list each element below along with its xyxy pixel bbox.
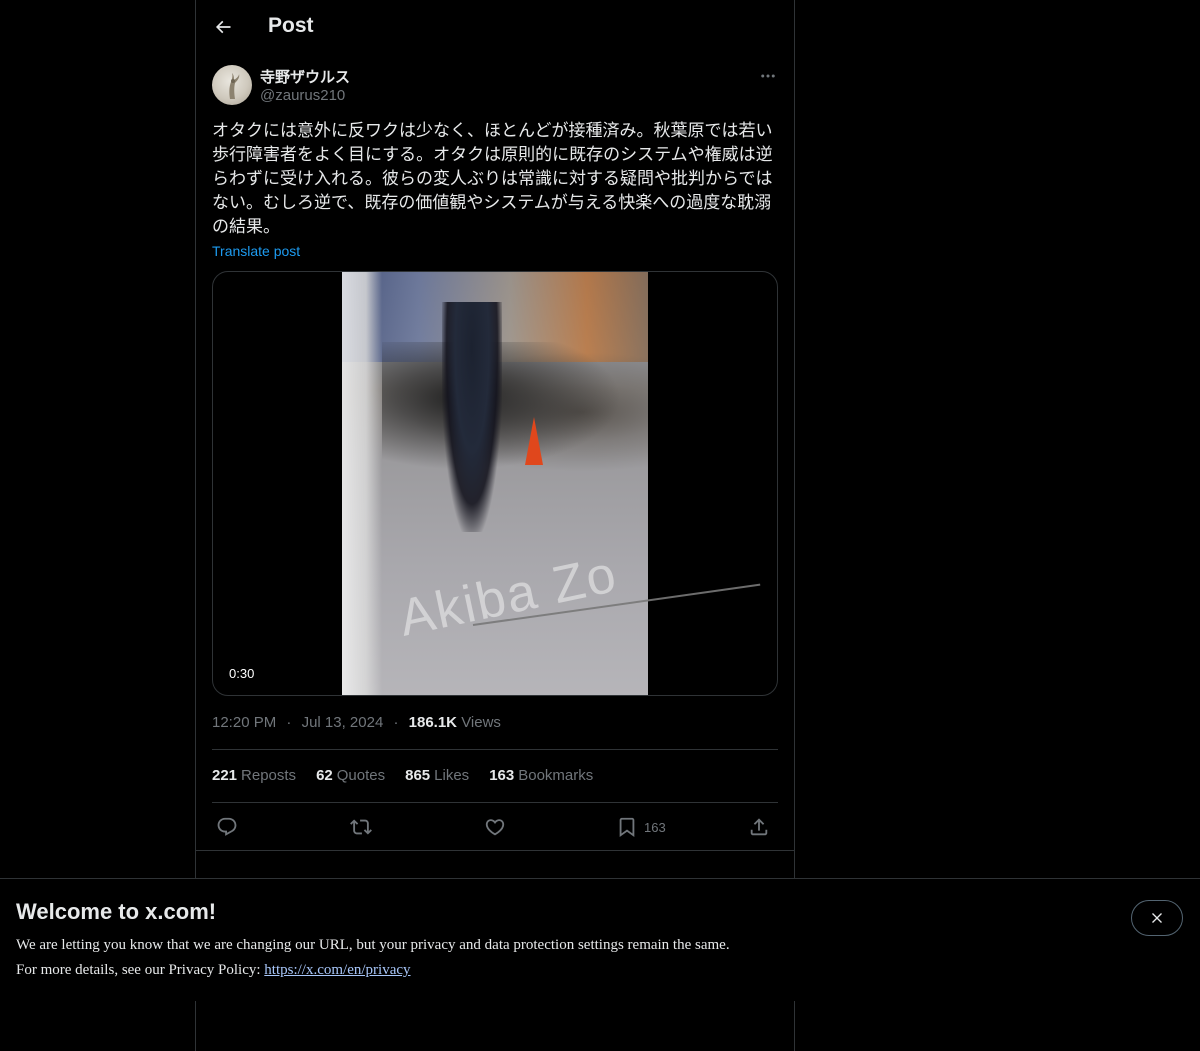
close-banner-button[interactable]	[1131, 900, 1183, 936]
reposts-stat[interactable]: 221 Reposts	[212, 767, 296, 784]
arrow-left-icon	[215, 20, 231, 34]
reposts-count: 221	[212, 767, 238, 784]
more-options-button[interactable]	[756, 64, 780, 88]
likes-stat[interactable]: 865 Likes	[405, 767, 469, 784]
banner-privacy-prefix: For more details, see our Privacy Policy…	[16, 962, 265, 978]
video-duration: 0:30	[229, 666, 255, 681]
post-meta: 12:20 PM · Jul 13, 2024 · 186.1K Views	[212, 714, 501, 731]
banner-message: We are letting you know that we are chan…	[16, 937, 730, 953]
bookmarks-count: 163	[489, 767, 515, 784]
views-count: 186.1K	[408, 714, 458, 731]
views-label: Views	[461, 714, 501, 731]
post-date[interactable]: Jul 13, 2024	[302, 714, 384, 731]
privacy-policy-link[interactable]: https://x.com/en/privacy	[264, 962, 410, 978]
divider	[196, 850, 794, 851]
heart-icon	[485, 819, 505, 836]
bookmark-button[interactable]: 163	[616, 813, 666, 841]
video-watermark: Akiba Zo	[394, 544, 623, 648]
action-bar: 163	[212, 813, 778, 841]
reposts-label: Reposts	[241, 767, 297, 784]
avatar-image	[229, 73, 240, 99]
meta-separator: ·	[393, 714, 399, 731]
repost-icon	[350, 819, 372, 835]
reply-icon	[217, 817, 237, 836]
quotes-count: 62	[316, 767, 333, 784]
share-icon	[750, 818, 768, 836]
translate-post-link[interactable]: Translate post	[212, 243, 300, 259]
likes-count: 865	[405, 767, 431, 784]
post-stats: 221 Reposts 62 Quotes 865 Likes 163 Bookmark…	[212, 767, 593, 784]
author-name[interactable]: 寺野ザウルス	[260, 66, 350, 87]
bookmarks-stat[interactable]: 163 Bookmarks	[489, 767, 593, 784]
quotes-stat[interactable]: 62 Quotes	[316, 767, 385, 784]
likes-label: Likes	[434, 767, 470, 784]
post-time[interactable]: 12:20 PM	[212, 714, 276, 731]
divider	[212, 749, 778, 750]
close-icon	[1152, 913, 1162, 923]
share-button[interactable]	[748, 813, 770, 841]
author-handle[interactable]: @zaurus210	[260, 87, 345, 104]
video-frame: Akiba Zo	[342, 272, 648, 695]
repost-button[interactable]	[350, 813, 372, 841]
bookmarks-label: Bookmarks	[518, 767, 594, 784]
welcome-banner: Welcome to x.com! We are letting you kno…	[0, 878, 1200, 1001]
post-text: オタクには意外に反ワクは少なく、ほとんどが接種済み。秋葉原では若い歩行障害者をよ…	[212, 121, 773, 237]
more-icon	[761, 74, 775, 78]
reply-button[interactable]	[216, 813, 238, 841]
meta-separator: ·	[286, 714, 292, 731]
bookmark-icon	[619, 817, 635, 838]
avatar[interactable]	[212, 65, 252, 105]
video-foreground	[342, 272, 382, 695]
bookmark-count: 163	[644, 819, 666, 835]
page-title: Post	[268, 14, 314, 37]
like-button[interactable]	[484, 813, 506, 841]
page-header: Post	[196, 0, 794, 53]
back-button[interactable]	[208, 12, 238, 42]
video-person	[442, 302, 502, 532]
video-player[interactable]: Akiba Zo 0:30	[212, 271, 778, 696]
banner-title: Welcome to x.com!	[16, 899, 217, 924]
banner-privacy-line: For more details, see our Privacy Policy…	[16, 962, 411, 979]
quotes-label: Quotes	[336, 767, 386, 784]
video-crowd	[382, 342, 648, 482]
divider	[212, 802, 778, 803]
traffic-cone	[525, 417, 543, 465]
